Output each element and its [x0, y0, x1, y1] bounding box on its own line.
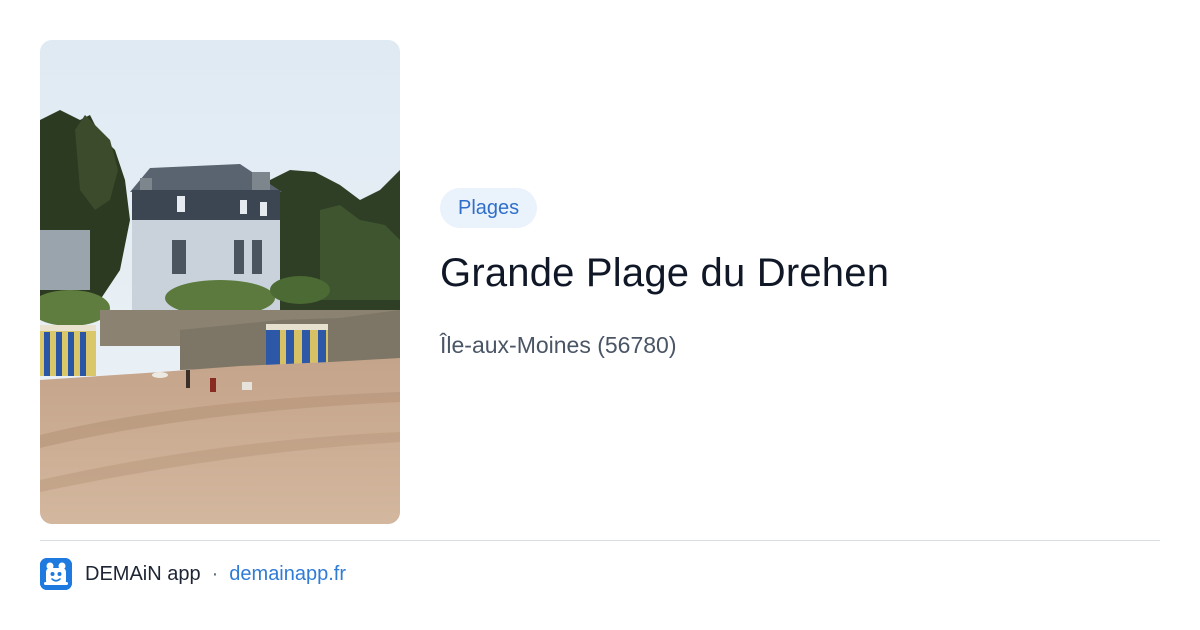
- place-photo: [40, 40, 400, 524]
- place-location: Île-aux-Moines (56780): [440, 332, 677, 358]
- place-details: Plages Grande Plage du Drehen Île-aux-Mo…: [440, 188, 1160, 360]
- app-name: DEMAiN app: [85, 562, 201, 585]
- footer: DEMAiN app · demainapp.fr: [40, 558, 346, 590]
- footer-divider: [40, 540, 1160, 541]
- demain-app-logo-icon: [40, 558, 72, 590]
- footer-separator: ·: [211, 562, 219, 585]
- beach-photo-image: [40, 40, 400, 524]
- place-title: Grande Plage du Drehen: [440, 251, 890, 295]
- share-card: Plages Grande Plage du Drehen Île-aux-Mo…: [0, 0, 1200, 630]
- app-url-link[interactable]: demainapp.fr: [229, 563, 346, 586]
- category-badge[interactable]: Plages: [440, 188, 538, 228]
